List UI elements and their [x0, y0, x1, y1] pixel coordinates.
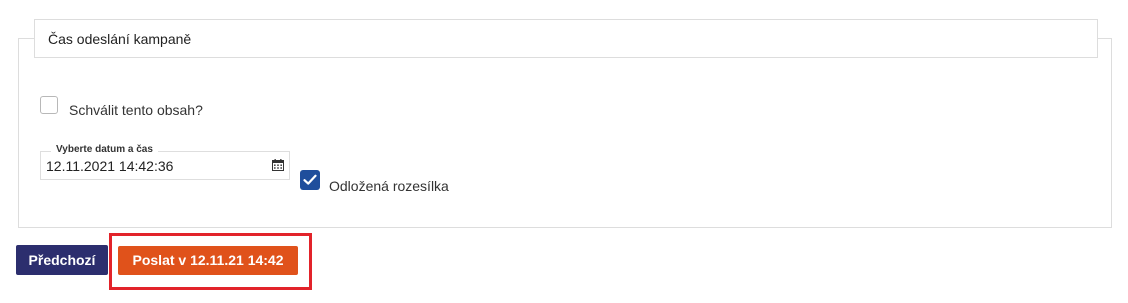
- campaign-send-time-panel: [18, 38, 1112, 228]
- datetime-input[interactable]: [46, 158, 246, 174]
- approve-content-label[interactable]: Schválit tento obsah?: [69, 102, 203, 118]
- datetime-picker[interactable]: Vyberte datum a čas: [40, 144, 290, 180]
- deferred-send-label[interactable]: Odložená rozesílka: [329, 178, 449, 194]
- datetime-legend: Vyberte datum a čas: [51, 144, 158, 155]
- panel-title: Čas odeslání kampaně: [34, 19, 1098, 58]
- approve-content-checkbox[interactable]: [40, 96, 58, 114]
- deferred-send-checkbox[interactable]: [300, 170, 320, 190]
- checkmark-icon: [303, 174, 317, 185]
- previous-button[interactable]: Předchozí: [16, 245, 108, 275]
- send-at-time-button[interactable]: Poslat v 12.11.21 14:42: [118, 246, 298, 275]
- calendar-icon[interactable]: [272, 159, 284, 171]
